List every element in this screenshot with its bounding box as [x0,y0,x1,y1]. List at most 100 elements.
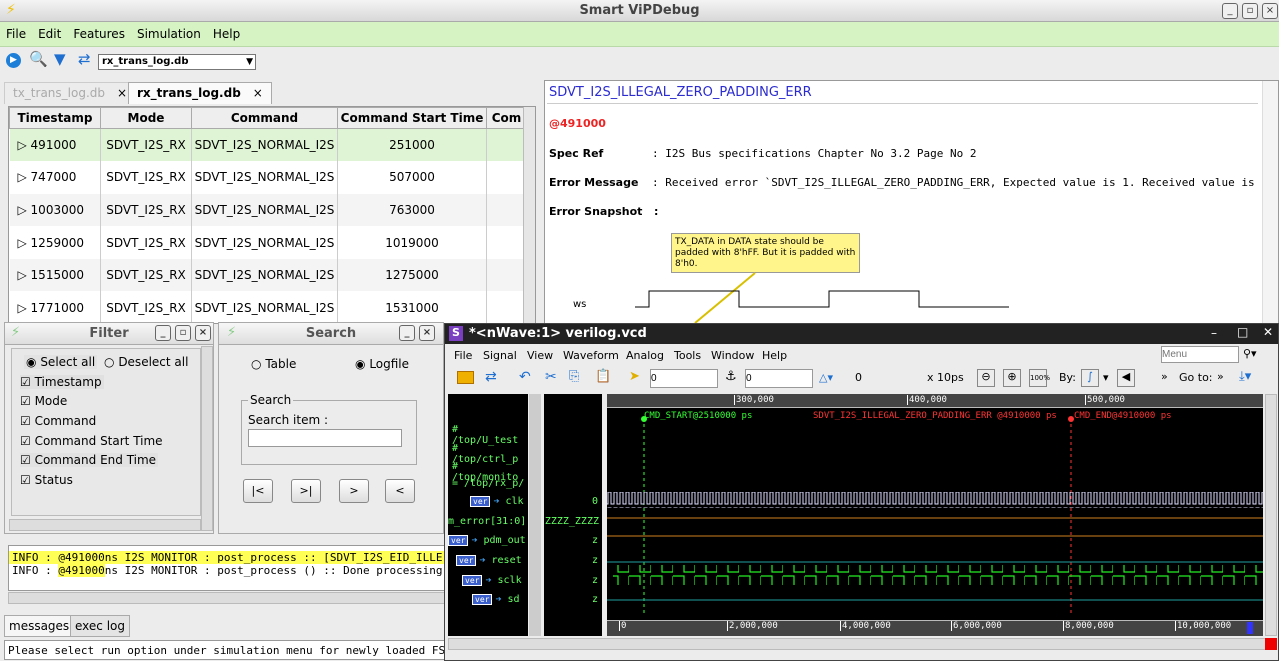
close-tab-icon[interactable]: × [117,86,127,100]
search-prev-icon[interactable]: ◀ [1117,369,1135,387]
minimize-button[interactable]: _ [1222,3,1238,19]
col-command-start[interactable]: Command Start Time [337,107,487,129]
filter-icon[interactable]: ▼ [54,50,66,68]
menu-edit[interactable]: Edit [32,22,67,41]
open-folder-icon[interactable] [457,371,474,384]
zoom-fit-icon[interactable]: 100% [1029,369,1050,387]
tab-rx-trans-log[interactable]: rx_trans_log.db × [128,82,272,104]
select-all-radio[interactable]: ◉ Select all [24,355,98,369]
table-row[interactable]: ▷ 491000 SDVT_I2S_RX SDVT_I2S_NORMAL_I2S 25… [9,128,527,162]
nwave-menu-help[interactable]: Help [762,349,787,362]
close-tab-icon[interactable]: × [253,86,263,100]
marker-time-input[interactable] [745,369,813,388]
maximize-button[interactable]: ▫ [1242,3,1258,19]
search-icon[interactable]: 🔍 [29,50,48,68]
menu-search-input[interactable] [1161,346,1239,363]
table-row[interactable]: ▷ 1771000 SDVT_I2S_RX SDVT_I2S_NORMAL_I2S 1… [9,291,527,323]
copy-icon[interactable]: ⎘ [569,369,579,384]
radio-table[interactable]: ○ Table [251,357,296,371]
deselect-all-radio[interactable]: ○ Deselect all [104,355,188,369]
cursor-time-input[interactable] [650,369,718,388]
checkbox-mode[interactable]: ☑ Mode [20,394,67,408]
chevron-down-icon[interactable]: ▾ [1103,371,1109,384]
marker-icon[interactable]: ⚓ [725,369,737,384]
nwave-minimize-button[interactable]: – [1211,326,1217,340]
nwave-menu-tools[interactable]: Tools [674,349,701,362]
table-scrollbar[interactable] [523,107,535,323]
radio-logfile[interactable]: ◉ Logfile [355,357,409,371]
zoom-in-icon[interactable]: ⊕ [1003,369,1021,387]
nwave-menu-analog[interactable]: Analog [626,349,664,362]
log-hscrollbar[interactable] [8,592,446,604]
nwave-menu-view[interactable]: View [527,349,553,362]
minimize-button[interactable]: _ [399,325,415,341]
zoom-out-icon[interactable]: ⊖ [977,369,995,387]
col-timestamp[interactable]: Timestamp [9,107,101,129]
wave-vscrollbar[interactable] [1265,394,1277,636]
view-window-indicator[interactable] [1247,622,1253,634]
close-button[interactable]: × [195,325,211,341]
filter-scrollbar[interactable] [201,346,213,531]
wave-hscrollbar[interactable] [448,638,1276,650]
delta-icon[interactable]: △▾ [819,371,833,384]
nwave-menu-window[interactable]: Window [711,349,754,362]
col-command[interactable]: Command [191,107,338,129]
nwave-maximize-button[interactable]: □ [1237,325,1248,339]
db-select[interactable]: rx_trans_log.db ▼ [98,54,256,70]
close-button[interactable]: × [1262,3,1278,19]
search-input[interactable] [248,429,402,447]
cursor-icon[interactable]: ➤ [629,369,640,384]
signal-name[interactable]: ver ➔ reset [456,555,522,566]
overflow-icon[interactable]: » [1217,370,1224,383]
cut-icon[interactable]: ✂ [545,369,557,385]
signal-name[interactable]: ver ➔ sclk [462,575,522,586]
group-item[interactable]: = /top/rx_p/ [452,478,524,489]
search-by-icon[interactable]: ∫ [1081,369,1099,387]
maximize-button[interactable]: ▫ [175,325,191,341]
checkbox-status[interactable]: ☑ Status [20,473,73,487]
tab-exec-log[interactable]: exec log [70,615,130,637]
filter-hscrollbar[interactable] [9,519,201,531]
overflow-icon[interactable]: » [1161,370,1168,383]
menu-help[interactable]: Help [207,22,246,41]
checkbox-command[interactable]: ☑ Command [20,414,96,428]
nwave-menu-file[interactable]: File [454,349,472,362]
refresh-icon[interactable]: ⇄ [78,50,91,68]
signal-name[interactable]: ver ➔ clk [470,496,524,507]
nwave-menu-waveform[interactable]: Waveform [563,349,619,362]
table-row[interactable]: ▷ 1259000 SDVT_I2S_RX SDVT_I2S_NORMAL_I2S 1… [9,226,527,259]
detail-scrollbar[interactable] [1262,81,1278,323]
paste-icon[interactable]: 📋 [595,369,611,384]
signal-name[interactable]: ver ➔ pdm_out [448,535,526,546]
download-icon[interactable]: ⤓▾ [1239,369,1251,384]
ruler-label: 10,000,000 [1175,621,1232,631]
prev-button[interactable]: < [385,479,415,503]
menu-features[interactable]: Features [67,22,131,41]
nwave-menu-signal[interactable]: Signal [483,349,517,362]
signal-name[interactable]: ver ➔ sd [472,594,520,605]
tab-messages[interactable]: messages [4,615,75,637]
checkbox-command-start-time[interactable]: ☑ Command Start Time [20,434,163,448]
col-mode[interactable]: Mode [100,107,192,129]
next-button[interactable]: > [339,479,369,503]
table-row[interactable]: ▷ 1515000 SDVT_I2S_RX SDVT_I2S_NORMAL_I2S 1… [9,258,527,292]
last-button[interactable]: >| [291,479,321,503]
reload-icon[interactable]: ⇄ [485,369,497,385]
table-row[interactable]: ▷ 1003000 SDVT_I2S_RX SDVT_I2S_NORMAL_I2S 7… [9,193,527,227]
checkbox-command-end-time[interactable]: ☑ Command End Time [20,453,159,467]
first-button[interactable]: |< [243,479,273,503]
nwave-close-button[interactable]: ✕ [1263,325,1273,339]
menu-file[interactable]: File [0,22,32,41]
minimize-button[interactable]: _ [155,325,171,341]
checkbox-timestamp[interactable]: ☑ Timestamp [20,375,104,389]
menu-search-icon[interactable]: ⚲▾ [1243,347,1257,360]
close-button[interactable]: × [419,325,435,341]
menu-simulation[interactable]: Simulation [131,22,207,41]
run-icon[interactable]: ▶ [6,53,21,68]
tab-tx-trans-log[interactable]: tx_trans_log.db × [4,82,137,104]
signal-name[interactable]: m_error[31:0] [448,516,526,527]
table-row[interactable]: ▷ 747000 SDVT_I2S_RX SDVT_I2S_NORMAL_I2S 50… [9,161,527,194]
col-command-end[interactable]: Com [486,107,527,129]
undo-icon[interactable]: ↶ [519,369,531,385]
tree-scrollbar[interactable] [529,394,541,636]
